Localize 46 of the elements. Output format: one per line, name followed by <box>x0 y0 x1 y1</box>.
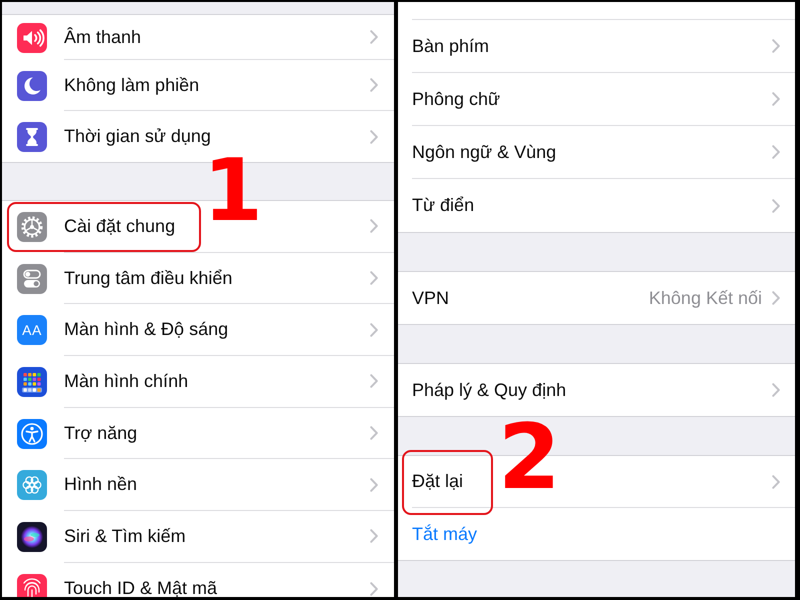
settings-row[interactable]: Trung tâm điều khiển <box>2 252 394 304</box>
settings-row[interactable]: Hình nền <box>2 459 394 512</box>
speaker-icon <box>17 22 47 52</box>
colorful-orb-icon <box>17 522 47 552</box>
flower-icon <box>17 470 47 500</box>
settings-row[interactable]: Âm thanh <box>2 15 394 60</box>
chevron-icon <box>370 322 378 337</box>
toggle-switches-icon <box>17 264 47 294</box>
chevron-icon <box>370 78 378 92</box>
hourglass-icon <box>17 122 47 152</box>
app-grid-icon <box>17 366 47 397</box>
gear-icon <box>17 212 47 242</box>
chevron-icon <box>370 374 378 388</box>
settings-row[interactable]: Siri & Tìm kiếm <box>2 511 394 563</box>
settings-row[interactable]: Màn hình chính <box>2 356 394 408</box>
settings-row[interactable]: Bàn phím <box>398 20 795 73</box>
chevron-icon <box>370 271 378 286</box>
settings-row[interactable]: Phông chữ <box>398 73 795 126</box>
chevron-icon <box>370 219 378 234</box>
action-row[interactable]: Tắt máy <box>398 508 795 560</box>
settings-row[interactable]: Ngôn ngữ & Vùng <box>398 126 795 179</box>
chevron-icon <box>772 474 780 488</box>
chevron-icon <box>772 383 780 397</box>
accessibility-icon <box>17 418 47 449</box>
settings-row[interactable]: Trợ năng <box>2 408 394 460</box>
chevron-icon <box>772 198 780 212</box>
settings-row[interactable]: Pháp lý & Quy định <box>398 364 795 416</box>
settings-row[interactable]: Không làm phiền <box>2 60 394 111</box>
chevron-icon <box>370 529 378 544</box>
row-value: Không Kết nối <box>648 288 762 308</box>
settings-row[interactable]: Touch ID & Mật mã <box>2 562 394 597</box>
chevron-icon <box>772 291 780 305</box>
chevron-icon <box>772 92 780 106</box>
chevron-icon <box>370 478 378 492</box>
fingerprint-icon <box>17 574 47 597</box>
settings-row[interactable]: VPN Không Kết nối <box>398 272 795 324</box>
settings-row[interactable]: AA Màn hình & Độ sáng <box>2 304 394 356</box>
text-size-icon: AA <box>17 315 47 346</box>
chevron-icon <box>370 130 378 144</box>
chevron-icon <box>772 39 780 53</box>
chevron-icon <box>370 582 378 596</box>
moon-icon <box>17 70 47 100</box>
chevron-icon <box>370 426 378 440</box>
chevron-icon <box>772 145 780 159</box>
chevron-icon <box>370 30 378 44</box>
settings-row[interactable]: Từ điển <box>398 179 795 232</box>
